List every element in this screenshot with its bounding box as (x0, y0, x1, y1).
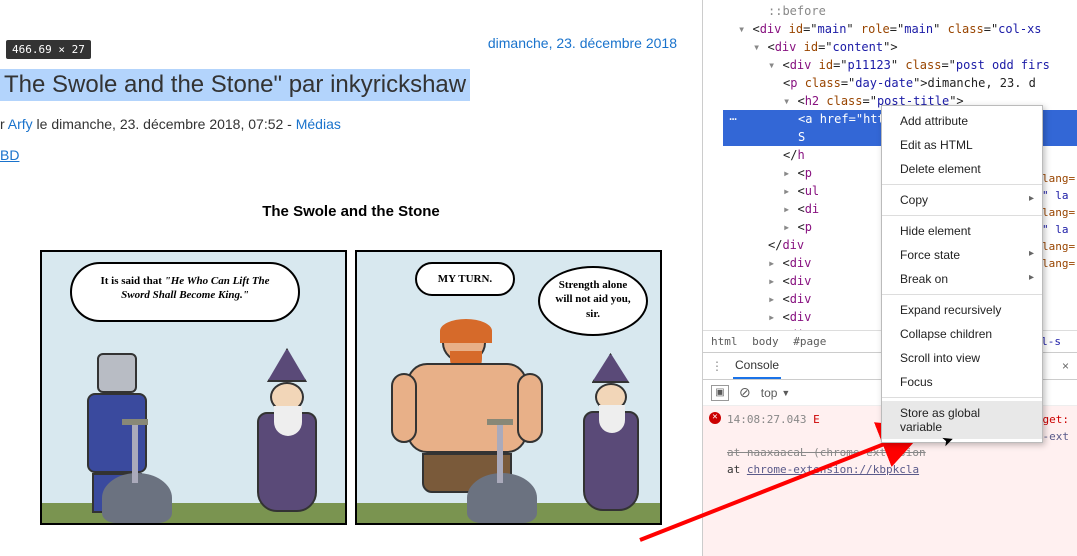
console-error-link[interactable]: chrome-extension://kbpkcla (747, 463, 919, 476)
menu-delete-element[interactable]: Delete element (882, 157, 1042, 181)
breadcrumb-html[interactable]: html (711, 335, 738, 348)
webpage-content-area: 466.69 × 27 dimanche, 23. décembre 2018 … (0, 0, 702, 556)
console-line-stale: at naaxaacaL (chrome-extension (727, 446, 926, 459)
menu-force-state[interactable]: Force state (882, 243, 1042, 267)
author-link[interactable]: Arfy (8, 116, 33, 132)
speech-bubble-1: It is said that "He Who Can Lift The Swo… (70, 262, 300, 322)
dom-node-main[interactable]: <div id="main" role="main" class="col-xs (723, 20, 1077, 38)
wizard-character (247, 348, 327, 523)
console-timestamp: 14:08:27.043 (727, 413, 806, 426)
drawer-menu-icon[interactable]: ⋮ (711, 359, 723, 373)
element-dimensions-tooltip: 466.69 × 27 (6, 40, 91, 59)
menu-expand-recursively[interactable]: Expand recursively (882, 298, 1042, 322)
sidebar-toggle-icon[interactable]: ▣ (711, 385, 729, 401)
menu-scroll-into-view[interactable]: Scroll into view (882, 346, 1042, 370)
dom-node-post[interactable]: <div id="p11123" class="post odd firs (723, 56, 1077, 74)
console-tab[interactable]: Console (733, 353, 781, 379)
breadcrumb-body[interactable]: body (752, 335, 779, 348)
comic-panel-1: It is said that "He Who Can Lift The Swo… (40, 250, 347, 525)
wizard-character-2 (573, 353, 648, 523)
menu-break-on[interactable]: Break on (882, 267, 1042, 291)
tag-link[interactable]: BD (0, 147, 702, 163)
selected-indicator-icon: ⋯ (723, 110, 743, 128)
error-icon: ✕ (709, 412, 721, 424)
comic-strip: It is said that "He Who Can Lift The Swo… (0, 250, 702, 525)
meta-mid: le dimanche, 23. décembre 2018, 07:52 - (33, 116, 296, 132)
menu-hide-element[interactable]: Hide element (882, 219, 1042, 243)
menu-add-attribute[interactable]: Add attribute (882, 109, 1042, 133)
menu-collapse-children[interactable]: Collapse children (882, 322, 1042, 346)
post-meta-line: r Arfy le dimanche, 23. décembre 2018, 0… (0, 116, 702, 132)
dom-node-content[interactable]: <div id="content"> (723, 38, 1077, 56)
dom-overflow-text: lang=" lalang=" lalang=lang= (1042, 170, 1077, 272)
menu-separator (882, 215, 1042, 216)
post-date: dimanche, 23. décembre 2018 (0, 35, 677, 51)
clear-console-icon[interactable]: ⊘ (739, 384, 751, 401)
category-link[interactable]: Médias (296, 116, 341, 132)
comic-panel-2: MY TURN. Strength alone will not aid you… (355, 250, 662, 525)
menu-copy[interactable]: Copy (882, 188, 1042, 212)
menu-focus[interactable]: Focus (882, 370, 1042, 394)
menu-store-global-variable[interactable]: Store as global variable (882, 401, 1042, 439)
menu-edit-as-html[interactable]: Edit as HTML (882, 133, 1042, 157)
dom-node-daydate[interactable]: <p class="day-date">dimanche, 23. d (723, 74, 1077, 92)
speech-bubble-2: MY TURN. (415, 262, 515, 296)
comic-title: The Swole and the Stone (0, 203, 702, 220)
breadcrumb-page[interactable]: #page (793, 335, 826, 348)
speech-bubble-3: Strength alone will not aid you, sir. (538, 266, 648, 336)
menu-separator (882, 184, 1042, 185)
meta-prefix: r (0, 116, 8, 132)
context-selector[interactable]: top ▼ (761, 386, 791, 400)
element-context-menu: Add attribute Edit as HTML Delete elemen… (881, 105, 1043, 443)
pseudo-before: ::before (723, 2, 1077, 20)
menu-separator (882, 397, 1042, 398)
post-title-link[interactable]: The Swole and the Stone" par inkyricksha… (0, 69, 470, 101)
drawer-close-icon[interactable]: × (1062, 359, 1069, 373)
menu-separator (882, 294, 1042, 295)
